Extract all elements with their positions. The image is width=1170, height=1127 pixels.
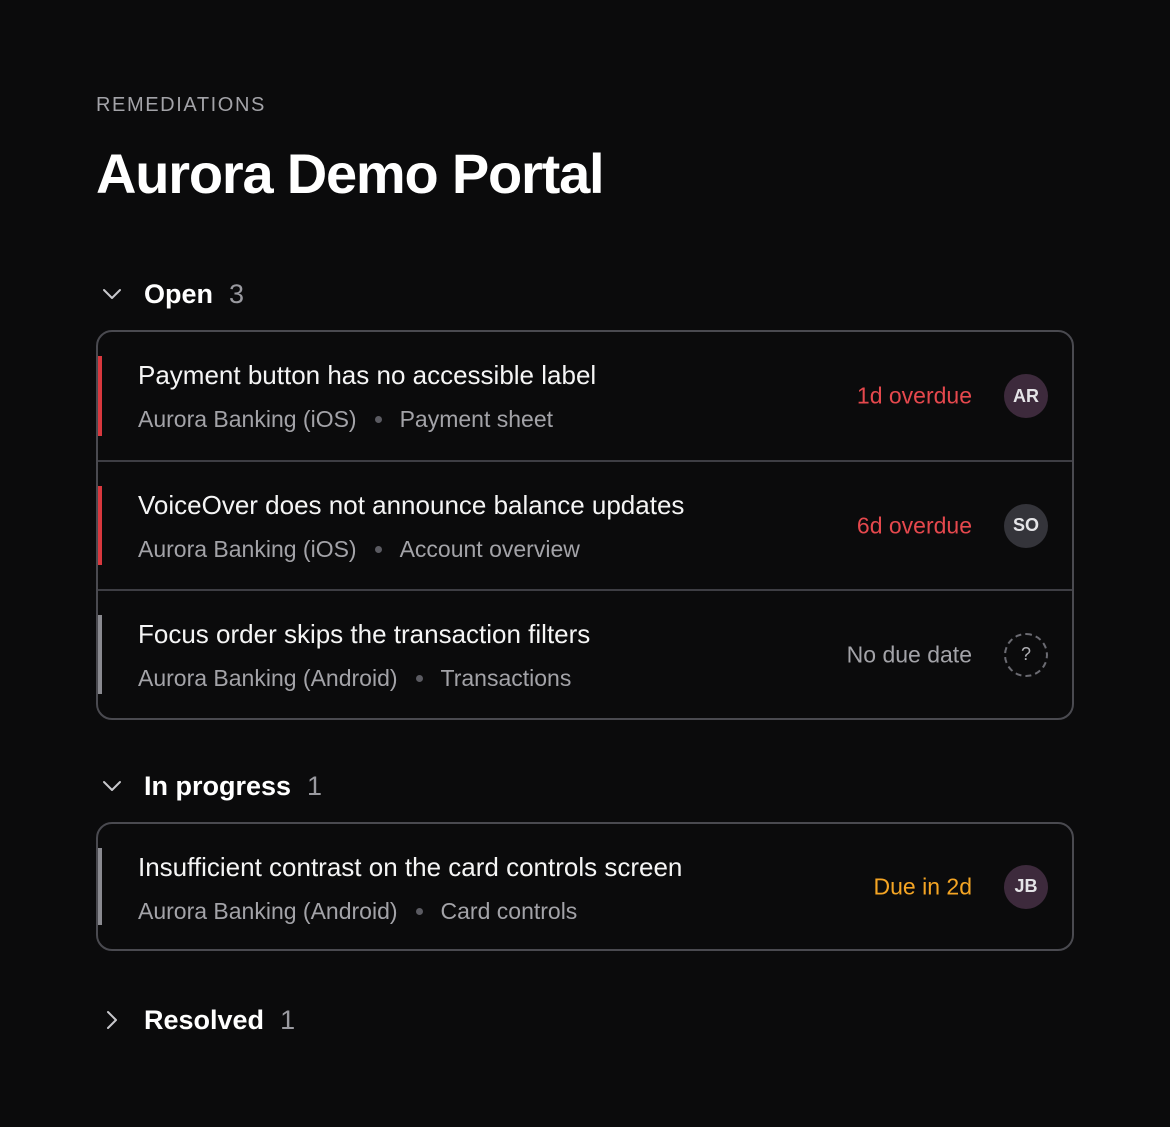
- priority-bar: [98, 356, 102, 436]
- group-header-in-progress[interactable]: In progress 1: [96, 766, 322, 806]
- group-label: Resolved: [144, 1004, 265, 1035]
- separator-dot: [415, 908, 423, 915]
- assignee-avatar[interactable]: AR: [1004, 374, 1048, 418]
- screen-name: Transactions: [440, 665, 572, 691]
- screen-name: Card controls: [440, 898, 578, 924]
- group-header-open[interactable]: Open 3: [96, 274, 244, 314]
- app-name: Aurora Banking (Android): [138, 665, 398, 691]
- priority-bar: [98, 615, 102, 694]
- remediation-row[interactable]: VoiceOver does not announce balance upda…: [98, 460, 1072, 589]
- chevron-right-icon[interactable]: [96, 1004, 128, 1036]
- page-title: Aurora Demo Portal: [96, 142, 605, 205]
- separator-dot: [374, 416, 382, 423]
- group-count: 3: [229, 278, 245, 309]
- app-name: Aurora Banking (iOS): [138, 406, 357, 432]
- page-eyebrow: REMEDIATIONS: [96, 94, 266, 116]
- group-count: 1: [307, 770, 323, 801]
- due-status: 6d overdue: [856, 512, 972, 538]
- remediation-meta: Aurora Banking (iOS) Payment sheet: [138, 406, 553, 433]
- remediation-title: VoiceOver does not announce balance upda…: [138, 490, 685, 520]
- remediation-title: Insufficient contrast on the card contro…: [138, 852, 683, 882]
- priority-bar: [98, 848, 102, 925]
- priority-bar: [98, 486, 102, 565]
- app-name: Aurora Banking (Android): [138, 898, 398, 924]
- group-label: In progress: [144, 770, 292, 801]
- remediation-row[interactable]: Insufficient contrast on the card contro…: [98, 824, 1072, 949]
- separator-dot: [415, 675, 423, 682]
- due-status: No due date: [846, 641, 972, 667]
- assignee-avatar[interactable]: SO: [1004, 503, 1048, 548]
- group-header-resolved[interactable]: Resolved 1: [96, 1000, 295, 1040]
- unassigned-avatar[interactable]: ?: [1004, 632, 1048, 677]
- remediation-meta: Aurora Banking (Android) Card controls: [138, 898, 577, 925]
- chevron-down-icon[interactable]: [96, 770, 128, 802]
- app-name: Aurora Banking (iOS): [138, 536, 357, 562]
- in-progress-remediations-list: Insufficient contrast on the card contro…: [96, 822, 1074, 951]
- remediation-row[interactable]: Payment button has no accessible label A…: [98, 332, 1072, 460]
- group-count: 1: [280, 1004, 296, 1035]
- screen-name: Account overview: [399, 536, 580, 562]
- open-remediations-list: Payment button has no accessible label A…: [96, 330, 1074, 720]
- assignee-avatar[interactable]: JB: [1004, 864, 1048, 909]
- remediation-title: Focus order skips the transaction filter…: [138, 619, 591, 649]
- remediation-meta: Aurora Banking (iOS) Account overview: [138, 536, 580, 563]
- separator-dot: [374, 546, 382, 553]
- screen-name: Payment sheet: [399, 406, 554, 432]
- chevron-down-icon[interactable]: [96, 278, 128, 310]
- due-status: 1d overdue: [856, 382, 972, 409]
- due-status: Due in 2d: [873, 873, 972, 899]
- remediation-row[interactable]: Focus order skips the transaction filter…: [98, 589, 1072, 718]
- remediation-title: Payment button has no accessible label: [138, 360, 597, 390]
- remediation-meta: Aurora Banking (Android) Transactions: [138, 665, 571, 692]
- group-label: Open: [144, 278, 214, 309]
